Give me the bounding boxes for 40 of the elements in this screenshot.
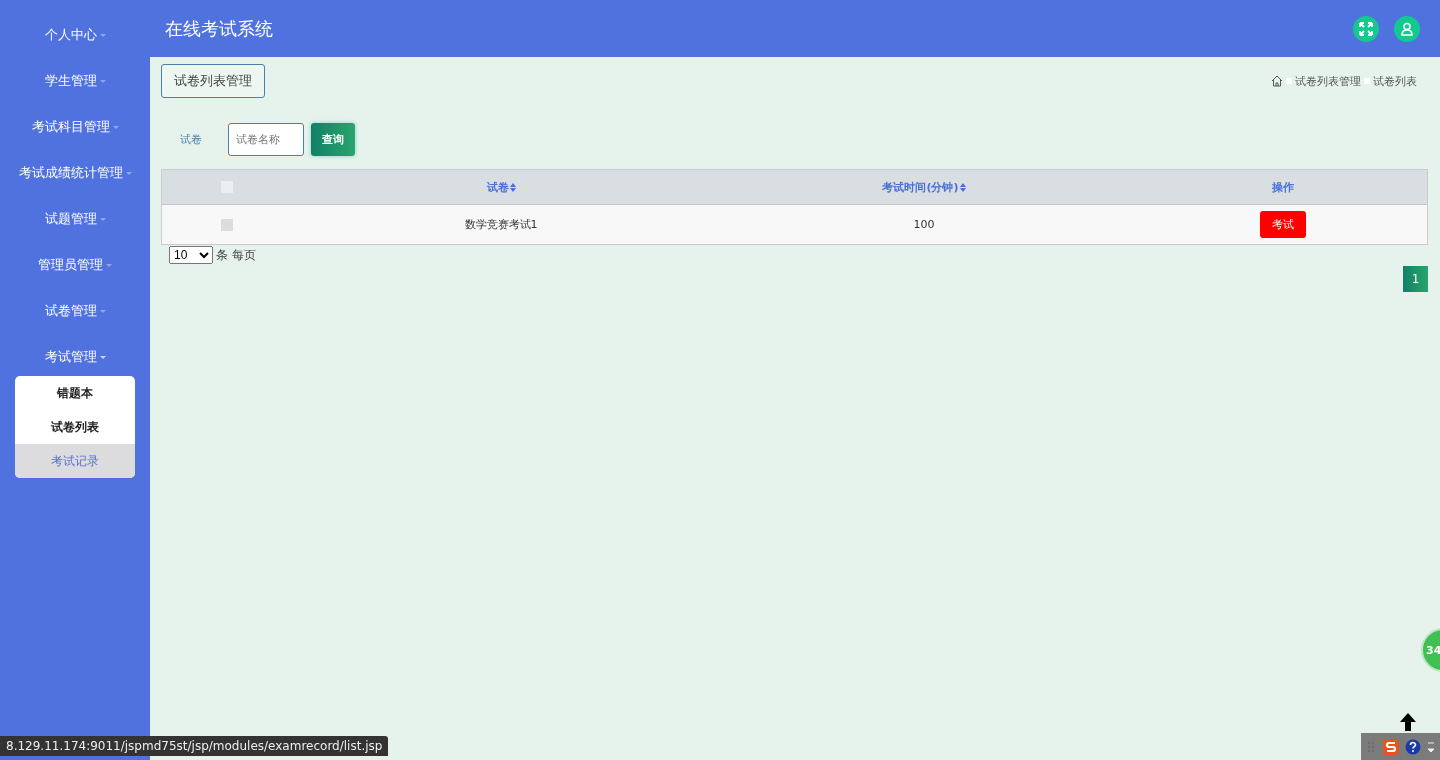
- search-button[interactable]: 查询: [311, 123, 355, 156]
- per-page-label: 条 每页: [216, 246, 256, 264]
- sidebar-item[interactable]: 试题管理: [0, 196, 150, 242]
- separator-icon: [1364, 78, 1370, 84]
- sidebar-item[interactable]: 学生管理: [0, 58, 150, 104]
- sidebar-item[interactable]: 个人中心: [0, 12, 150, 58]
- help-icon[interactable]: [1405, 738, 1421, 755]
- sort-icon[interactable]: [509, 182, 516, 192]
- sidebar-item[interactable]: 考试科目管理: [0, 104, 150, 150]
- page-button[interactable]: 1: [1403, 266, 1428, 292]
- column-header[interactable]: 考试时间(分钟): [882, 179, 966, 195]
- breadcrumb-item[interactable]: 试卷列表管理: [1295, 73, 1361, 89]
- table-cell: 数学竞赛考试1: [464, 217, 538, 232]
- exam-button[interactable]: 考试: [1259, 211, 1306, 238]
- app-title: 在线考试系统: [165, 16, 273, 41]
- sidebar-item[interactable]: 试卷管理: [0, 288, 150, 334]
- separator-icon: [1286, 78, 1292, 84]
- table-cell: 100: [913, 218, 935, 231]
- sidebar-item[interactable]: 考试成绩统计管理: [0, 150, 150, 196]
- status-bar-url: 8.129.11.174:9011/jspmd75st/jsp/modules/examrecord/list.jsp: [0, 736, 389, 756]
- search-label: 试卷: [179, 132, 203, 147]
- submenu-item[interactable]: 试卷列表: [15, 410, 135, 444]
- submenu-item[interactable]: 考试记录: [15, 444, 135, 478]
- page-size-select[interactable]: 10: [169, 246, 213, 264]
- home-icon[interactable]: [1271, 75, 1283, 87]
- minimize-icon[interactable]: [1427, 739, 1435, 754]
- fullscreen-button[interactable]: [1353, 15, 1379, 42]
- row-checkbox[interactable]: [221, 218, 233, 231]
- column-header: 操作: [1271, 179, 1294, 195]
- expand-arrows-icon: [1359, 21, 1373, 36]
- back-to-top-icon[interactable]: [1398, 712, 1418, 732]
- breadcrumb-item[interactable]: 试卷列表: [1373, 73, 1417, 89]
- user-icon: [1400, 21, 1414, 36]
- sidebar-item[interactable]: 管理员管理: [0, 242, 150, 288]
- user-button[interactable]: [1394, 15, 1420, 42]
- column-header[interactable]: 试卷: [486, 179, 516, 195]
- search-field[interactable]: 试卷名称: [228, 123, 304, 156]
- ime-logo-icon[interactable]: [1383, 738, 1399, 755]
- page-title: 试卷列表管理: [161, 64, 265, 98]
- sort-icon[interactable]: [959, 182, 966, 192]
